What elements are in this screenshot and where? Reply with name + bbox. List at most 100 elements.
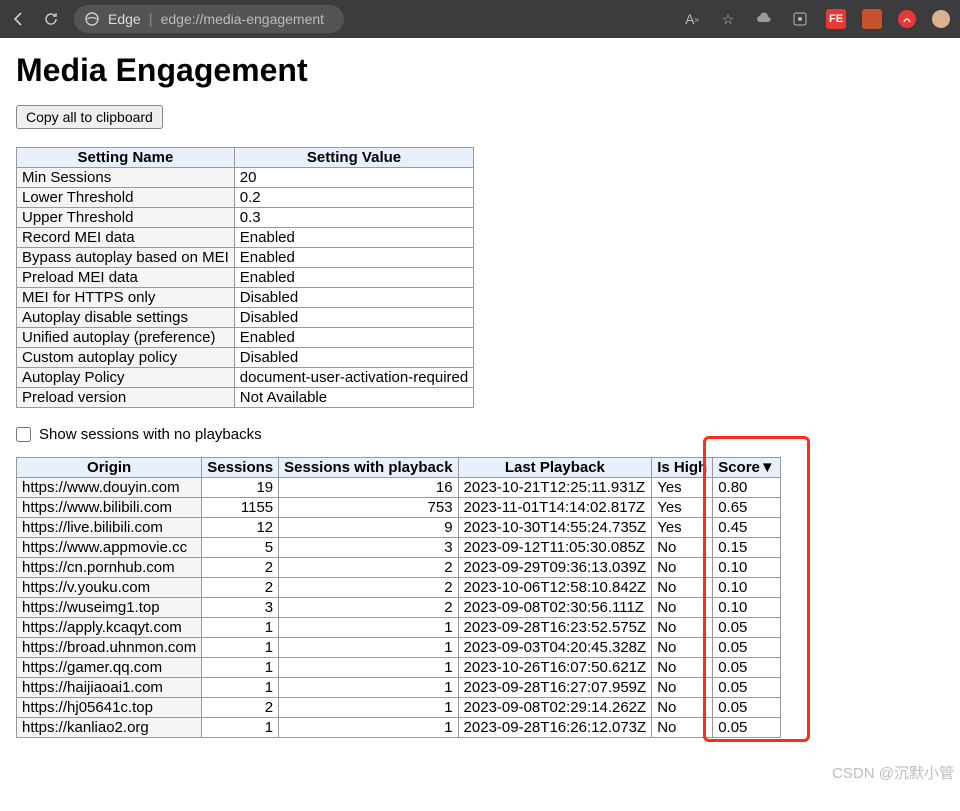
cell-sessions-playback: 1: [279, 678, 458, 698]
setting-value: Enabled: [234, 268, 473, 288]
cell-score: 0.05: [713, 718, 781, 738]
setting-name: Preload MEI data: [17, 268, 235, 288]
col-is-high[interactable]: Is High: [652, 458, 713, 478]
cell-sessions: 1: [202, 718, 279, 738]
cell-origin: https://hj05641c.top: [17, 698, 202, 718]
cell-origin: https://wuseimg1.top: [17, 598, 202, 618]
cell-is-high: No: [652, 598, 713, 618]
cloud-icon[interactable]: [754, 9, 774, 29]
cell-is-high: No: [652, 538, 713, 558]
cell-sessions-playback: 2: [279, 558, 458, 578]
cell-score: 0.15: [713, 538, 781, 558]
app-icon[interactable]: [790, 9, 810, 29]
cell-last-playback: 2023-10-30T14:55:24.735Z: [458, 518, 652, 538]
table-row: https://gamer.qq.com112023-10-26T16:07:5…: [17, 658, 781, 678]
table-row: https://broad.uhnmon.com112023-09-03T04:…: [17, 638, 781, 658]
address-bar[interactable]: Edge | edge://media-engagement: [74, 5, 344, 33]
cell-origin: https://www.appmovie.cc: [17, 538, 202, 558]
setting-value: document-user-activation-required: [234, 368, 473, 388]
table-row: https://www.appmovie.cc532023-09-12T11:0…: [17, 538, 781, 558]
setting-name: Custom autoplay policy: [17, 348, 235, 368]
cell-origin: https://live.bilibili.com: [17, 518, 202, 538]
cell-last-playback: 2023-09-29T09:36:13.039Z: [458, 558, 652, 578]
table-row: Bypass autoplay based on MEIEnabled: [17, 248, 474, 268]
copy-all-button[interactable]: Copy all to clipboard: [16, 105, 163, 129]
cell-last-playback: 2023-11-01T14:14:02.817Z: [458, 498, 652, 518]
profile-avatar-icon[interactable]: [932, 10, 950, 28]
cell-last-playback: 2023-10-06T12:58:10.842Z: [458, 578, 652, 598]
col-origin[interactable]: Origin: [17, 458, 202, 478]
cell-is-high: No: [652, 558, 713, 578]
show-sessions-checkbox-label[interactable]: Show sessions with no playbacks: [16, 426, 944, 443]
setting-value: Enabled: [234, 248, 473, 268]
setting-name: Autoplay Policy: [17, 368, 235, 388]
setting-name: MEI for HTTPS only: [17, 288, 235, 308]
cell-is-high: Yes: [652, 498, 713, 518]
table-row: Preload MEI dataEnabled: [17, 268, 474, 288]
table-row: https://v.youku.com222023-10-06T12:58:10…: [17, 578, 781, 598]
cell-sessions: 12: [202, 518, 279, 538]
cell-score: 0.05: [713, 638, 781, 658]
table-row: Custom autoplay policyDisabled: [17, 348, 474, 368]
extension-fe-icon[interactable]: FE: [826, 9, 846, 29]
show-sessions-checkbox[interactable]: [16, 427, 31, 442]
cell-sessions: 5: [202, 538, 279, 558]
favorite-icon[interactable]: ☆: [718, 9, 738, 29]
cell-last-playback: 2023-09-08T02:29:14.262Z: [458, 698, 652, 718]
cell-is-high: No: [652, 638, 713, 658]
cell-sessions-playback: 2: [279, 598, 458, 618]
setting-value: 0.3: [234, 208, 473, 228]
cell-sessions-playback: 9: [279, 518, 458, 538]
cell-score: 0.10: [713, 598, 781, 618]
cell-sessions-playback: 2: [279, 578, 458, 598]
url-text: edge://media-engagement: [161, 11, 324, 27]
cell-last-playback: 2023-10-21T12:25:11.931Z: [458, 478, 652, 498]
setting-name: Autoplay disable settings: [17, 308, 235, 328]
cell-sessions-playback: 1: [279, 618, 458, 638]
cell-score: 0.05: [713, 678, 781, 698]
table-header-row: Setting Name Setting Value: [17, 148, 474, 168]
cell-origin: https://v.youku.com: [17, 578, 202, 598]
col-setting-value[interactable]: Setting Value: [234, 148, 473, 168]
cell-score: 0.80: [713, 478, 781, 498]
setting-name: Lower Threshold: [17, 188, 235, 208]
setting-name: Record MEI data: [17, 228, 235, 248]
settings-table: Setting Name Setting Value Min Sessions2…: [16, 147, 474, 408]
address-separator: |: [149, 11, 153, 28]
cell-sessions: 2: [202, 698, 279, 718]
cell-origin: https://broad.uhnmon.com: [17, 638, 202, 658]
refresh-button[interactable]: [42, 10, 60, 28]
setting-value: 0.2: [234, 188, 473, 208]
cell-score: 0.10: [713, 578, 781, 598]
setting-name: Unified autoplay (preference): [17, 328, 235, 348]
col-last-playback[interactable]: Last Playback: [458, 458, 652, 478]
watermark-text: CSDN @沉默小管: [832, 762, 954, 783]
cell-origin: https://www.bilibili.com: [17, 498, 202, 518]
table-row: Unified autoplay (preference)Enabled: [17, 328, 474, 348]
extension-adblock-icon[interactable]: [898, 10, 916, 28]
read-aloud-icon[interactable]: A»: [682, 9, 702, 29]
edge-icon: [84, 11, 100, 27]
cell-sessions-playback: 1: [279, 658, 458, 678]
col-sessions-playback[interactable]: Sessions with playback: [279, 458, 458, 478]
cell-score: 0.05: [713, 698, 781, 718]
cell-score: 0.45: [713, 518, 781, 538]
col-score[interactable]: Score▼: [713, 458, 781, 478]
cell-sessions: 1: [202, 638, 279, 658]
cell-last-playback: 2023-09-28T16:26:12.073Z: [458, 718, 652, 738]
back-button[interactable]: [10, 10, 28, 28]
setting-value: Disabled: [234, 348, 473, 368]
col-sessions[interactable]: Sessions: [202, 458, 279, 478]
cell-origin: https://kanliao2.org: [17, 718, 202, 738]
cell-last-playback: 2023-09-03T04:20:45.328Z: [458, 638, 652, 658]
table-row: https://www.bilibili.com11557532023-11-0…: [17, 498, 781, 518]
col-setting-name[interactable]: Setting Name: [17, 148, 235, 168]
cell-origin: https://www.douyin.com: [17, 478, 202, 498]
cell-is-high: No: [652, 578, 713, 598]
table-row: https://kanliao2.org112023-09-28T16:26:1…: [17, 718, 781, 738]
table-row: Autoplay Policydocument-user-activation-…: [17, 368, 474, 388]
cell-score: 0.10: [713, 558, 781, 578]
extension-orange-icon[interactable]: [862, 9, 882, 29]
cell-last-playback: 2023-09-28T16:23:52.575Z: [458, 618, 652, 638]
sort-desc-icon: ▼: [760, 459, 775, 476]
